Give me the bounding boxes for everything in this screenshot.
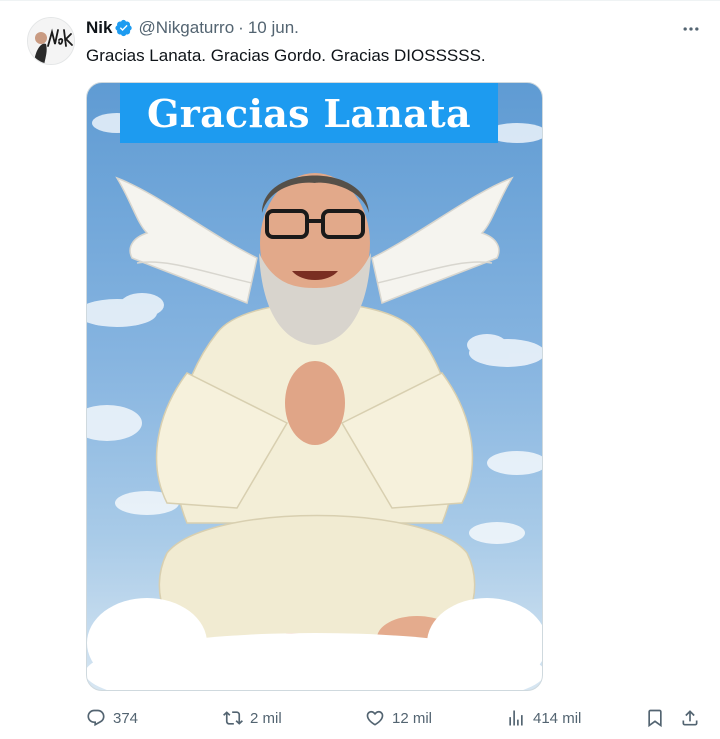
views-button[interactable]: 414 mil (506, 704, 581, 732)
image-banner-text: Gracias Lanata (147, 90, 471, 136)
more-options-button[interactable] (679, 19, 703, 39)
repost-icon (223, 711, 243, 725)
share-icon (682, 710, 698, 726)
action-bar: 374 2 mil 12 mil 414 mil (86, 704, 706, 732)
angel-illustration (87, 113, 542, 690)
divider (0, 0, 720, 1)
post-header: Nik @Nikgaturro · 10 jun. (86, 16, 299, 40)
image-banner: Gracias Lanata (120, 83, 498, 143)
post-image[interactable]: Gracias Lanata (86, 82, 543, 691)
post-date[interactable]: 10 jun. (248, 18, 299, 38)
reply-button[interactable]: 374 (86, 704, 138, 732)
author-handle[interactable]: @Nikgaturro (138, 18, 234, 38)
tweet: Nik @Nikgaturro · 10 jun. Gracias Lanata… (0, 0, 720, 739)
repost-button[interactable]: 2 mil (223, 704, 282, 732)
verified-badge-icon[interactable] (115, 19, 133, 37)
bookmark-button[interactable] (645, 704, 665, 732)
repost-count: 2 mil (250, 709, 282, 727)
author-name[interactable]: Nik (86, 18, 112, 38)
reply-icon (87, 709, 105, 727)
views-icon (509, 710, 523, 726)
like-icon (366, 710, 384, 726)
like-button[interactable]: 12 mil (365, 704, 432, 732)
like-count: 12 mil (392, 709, 433, 727)
post-text: Gracias Lanata. Gracias Gordo. Gracias D… (86, 46, 486, 65)
avatar[interactable] (27, 17, 75, 65)
avatar-image (28, 18, 74, 64)
share-button[interactable] (680, 704, 700, 732)
more-icon (683, 27, 699, 31)
views-count: 414 mil (533, 709, 582, 727)
reply-count: 374 (113, 709, 139, 727)
bookmark-icon (648, 709, 662, 728)
separator: · (238, 18, 244, 37)
